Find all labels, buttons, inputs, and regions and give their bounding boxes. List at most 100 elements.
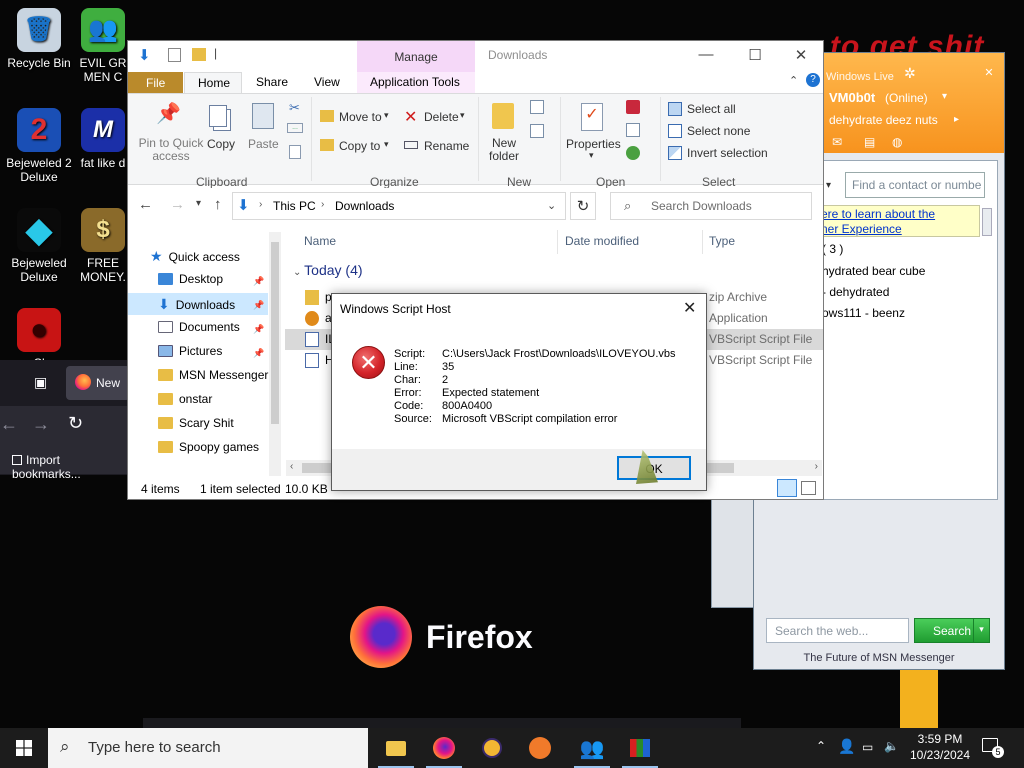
desktop-icon-bejeweled[interactable]: ◆ Bejeweled Deluxe xyxy=(0,208,78,284)
breadcrumb-downloads[interactable]: Downloads xyxy=(335,199,394,213)
msn-username[interactable]: VM0b0t xyxy=(829,90,875,105)
maximize-icon[interactable]: ☐ xyxy=(745,46,765,64)
taskbar-app[interactable] xyxy=(516,728,564,768)
tray-chevron-icon[interactable]: ⌃ xyxy=(816,739,826,753)
copy-button[interactable]: Copy xyxy=(204,97,238,153)
desktop-icon-partial[interactable]: ● Cl xyxy=(0,308,78,360)
scroll-right-icon[interactable]: › xyxy=(815,461,818,472)
history-icon[interactable] xyxy=(626,146,640,160)
spaces-icon[interactable]: ▤ xyxy=(864,135,875,149)
msn-group-header[interactable]: ( 3 ) xyxy=(822,242,843,256)
back-arrow-icon[interactable]: ← xyxy=(0,414,18,435)
help-icon[interactable]: ? xyxy=(806,73,820,87)
ribbon-collapse-icon[interactable]: ⌃ xyxy=(789,74,798,87)
banner-scrollbar[interactable] xyxy=(982,208,992,236)
column-date-modified[interactable]: Date modified xyxy=(565,234,639,248)
msn-contact[interactable]: ows111 - beenz xyxy=(822,306,905,320)
msn-contact[interactable]: hydrated bear cube xyxy=(822,264,925,278)
nav-item-scary-shit[interactable]: Scary Shit xyxy=(158,416,234,430)
tab-share[interactable]: Share xyxy=(256,75,288,89)
open-icon[interactable] xyxy=(626,100,640,114)
properties-qat-icon[interactable] xyxy=(168,48,181,62)
start-button[interactable] xyxy=(0,728,48,768)
qat-dropdown-icon[interactable]: | xyxy=(214,46,217,60)
bookmark-import-item[interactable]: Import bookmarks... xyxy=(0,446,130,481)
nav-item-pictures[interactable]: Pictures xyxy=(158,344,222,358)
cut-icon[interactable]: ✂ xyxy=(289,100,300,116)
column-type[interactable]: Type xyxy=(709,234,735,248)
pin-to-quick-access-button[interactable]: 📌 Pin to Quick access xyxy=(136,97,204,163)
quick-access-download-icon[interactable]: ⬇ xyxy=(138,46,151,64)
tab-application-tools[interactable]: Application Tools xyxy=(357,72,475,94)
copy-to-button[interactable]: Copy to ▾ xyxy=(320,137,396,155)
taskbar-script-host[interactable] xyxy=(616,728,664,768)
new-item-icon[interactable] xyxy=(530,100,544,114)
nav-item-onstar[interactable]: onstar xyxy=(158,392,212,406)
tray-msn-icon[interactable]: 👤 xyxy=(838,738,855,755)
msn-find-contact-input[interactable]: Find a contact or numbe xyxy=(845,172,985,198)
desktop-icon-bejeweled-2[interactable]: 2 Bejeweled 2 Deluxe xyxy=(0,108,78,184)
mail-icon[interactable]: ✉ xyxy=(832,135,842,149)
desktop-icon-recycle-bin[interactable]: 🗑 Recycle Bin xyxy=(0,8,78,70)
select-none-button[interactable]: Select none xyxy=(668,123,788,139)
taskbar-file-explorer[interactable] xyxy=(372,728,420,768)
edit-icon[interactable] xyxy=(626,123,640,137)
nav-item-documents[interactable]: Documents xyxy=(158,320,240,334)
desktop-icon-free-money[interactable]: $ FREE MONEY. xyxy=(78,208,128,284)
paste-shortcut-icon[interactable] xyxy=(289,145,301,159)
msn-contact[interactable]: - dehydrated xyxy=(822,285,889,299)
back-arrow-icon[interactable]: ← xyxy=(138,196,153,213)
desktop-icon-fat-like[interactable]: M fat like d xyxy=(78,108,128,170)
nav-item-spoopy-games[interactable]: Spoopy games xyxy=(158,440,259,454)
taskbar-clock[interactable]: 3:59 PM 10/23/2024 xyxy=(908,731,972,763)
status-dropdown-icon[interactable]: ▾ xyxy=(942,91,947,102)
taskbar-msn[interactable]: 👥 xyxy=(568,728,616,768)
nav-item-msn-messenger[interactable]: MSN Messenger xyxy=(158,368,268,382)
taskbar-search-input[interactable]: Type here to search xyxy=(48,728,368,768)
invert-selection-button[interactable]: Invert selection xyxy=(668,145,788,161)
globe-icon[interactable]: ◍ xyxy=(892,135,902,149)
rename-button[interactable]: Rename xyxy=(404,137,470,155)
forward-arrow-icon[interactable]: → xyxy=(32,414,50,435)
nav-quick-access[interactable]: ★ Quick access xyxy=(150,248,240,265)
nav-item-downloads[interactable]: ⬇ Downloads xyxy=(158,296,235,313)
desktop-icon-evil-men[interactable]: 👥 EVIL GR MEN C xyxy=(78,8,128,84)
taskbar-firefox[interactable] xyxy=(420,728,468,768)
network-icon[interactable]: ▭ xyxy=(862,740,873,754)
refresh-icon[interactable]: ↻ xyxy=(570,192,596,220)
address-dropdown-icon[interactable]: ⌄ xyxy=(547,199,556,212)
column-name[interactable]: Name xyxy=(304,234,336,248)
minimize-icon[interactable]: — xyxy=(696,46,716,63)
close-icon[interactable]: ✕ xyxy=(791,46,811,64)
msn-search-button[interactable]: Search ▾ xyxy=(914,618,990,643)
select-all-button[interactable]: Select all xyxy=(668,101,788,117)
notification-center-icon[interactable]: 5 xyxy=(982,738,1004,758)
dialog-close-icon[interactable]: ✕ xyxy=(683,298,696,318)
recent-locations-icon[interactable]: ▾ xyxy=(196,198,201,209)
large-icons-view-icon[interactable] xyxy=(801,481,816,495)
list-options-icon[interactable]: ▾ xyxy=(826,180,831,191)
search-dropdown-icon[interactable]: ▾ xyxy=(973,619,989,642)
new-folder-button[interactable]: New folder xyxy=(484,97,524,163)
msn-banner-link[interactable]: ere to learn about the ner Experience xyxy=(818,205,980,237)
message-dropdown-icon[interactable]: ▸ xyxy=(954,114,959,125)
new-folder-qat-icon[interactable] xyxy=(192,48,206,61)
address-bar[interactable]: ⬇ › This PC › Downloads ⌄ xyxy=(232,192,566,220)
easy-access-icon[interactable] xyxy=(530,124,544,138)
paste-button[interactable]: Paste xyxy=(246,97,282,153)
taskbar-bitwarden[interactable] xyxy=(468,728,516,768)
msn-status[interactable]: (Online) xyxy=(885,91,928,105)
volume-icon[interactable]: 🔈 xyxy=(884,739,899,753)
context-tab-manage[interactable]: Manage xyxy=(357,41,475,72)
tab-home[interactable]: Home xyxy=(184,72,242,94)
tab-file[interactable]: File xyxy=(128,72,183,94)
nav-item-desktop[interactable]: Desktop xyxy=(158,272,223,286)
details-view-icon[interactable] xyxy=(777,479,797,497)
breadcrumb-this-pc[interactable]: This PC xyxy=(273,199,316,213)
move-to-button[interactable]: Move to ▾ xyxy=(320,108,396,126)
up-arrow-icon[interactable]: ↑ xyxy=(214,196,222,213)
msn-web-search-input[interactable]: Search the web... xyxy=(766,618,909,643)
search-downloads-input[interactable]: Search Downloads xyxy=(610,192,812,220)
scroll-left-icon[interactable]: ‹ xyxy=(290,461,293,472)
msn-personal-message[interactable]: dehydrate deez nuts xyxy=(829,113,938,127)
